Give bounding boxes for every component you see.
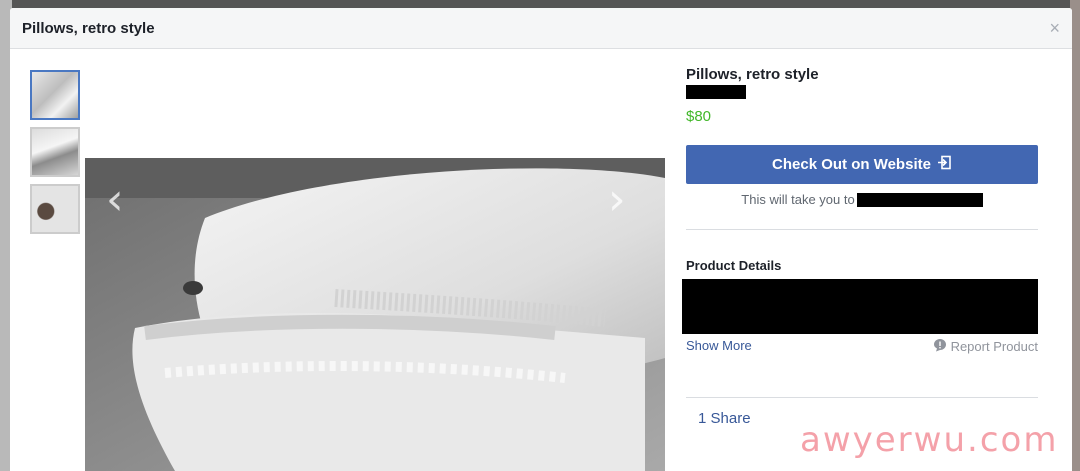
thumbnail-3[interactable] <box>30 184 80 234</box>
redacted-website <box>856 192 983 207</box>
redacted-description <box>682 279 1038 334</box>
divider <box>686 229 1038 230</box>
report-product-label: Report Product <box>950 339 1038 354</box>
close-icon[interactable]: × <box>1049 19 1060 37</box>
report-product-link[interactable]: Report Product <box>933 338 1038 355</box>
redirect-text: This will take you to <box>741 192 855 207</box>
show-more-link[interactable]: Show More <box>686 338 752 355</box>
checkout-button[interactable]: Check Out on Website <box>686 145 1038 184</box>
next-image-arrow[interactable]: › <box>608 178 626 222</box>
thumbnail-strip <box>30 70 80 241</box>
redirect-notice: This will take you to <box>686 192 1038 207</box>
modal-title: Pillows, retro style <box>22 19 155 37</box>
watermark-text: awyerwu.com <box>800 420 1059 460</box>
product-main-image <box>85 158 665 471</box>
thumbnail-1[interactable] <box>30 70 80 120</box>
product-price: $80 <box>686 108 712 125</box>
details-links-row: Show More Report Product <box>686 338 1038 355</box>
product-info-panel: Pillows, retro style $80 Check Out on We… <box>682 66 1038 427</box>
modal-header: Pillows, retro style × <box>10 8 1072 49</box>
report-icon <box>933 338 947 355</box>
product-modal: Pillows, retro style × ‹ › Pillows, retr… <box>10 8 1072 471</box>
pillow-photo <box>85 158 665 471</box>
product-details-heading: Product Details <box>686 258 782 273</box>
checkout-button-label: Check Out on Website <box>772 156 931 173</box>
divider <box>686 397 1038 398</box>
product-title: Pillows, retro style <box>686 66 819 83</box>
background-top <box>0 0 1080 8</box>
redacted-seller <box>686 85 746 99</box>
previous-image-arrow[interactable]: ‹ <box>106 178 124 222</box>
thumbnail-2[interactable] <box>30 127 80 177</box>
exit-icon <box>937 155 952 174</box>
